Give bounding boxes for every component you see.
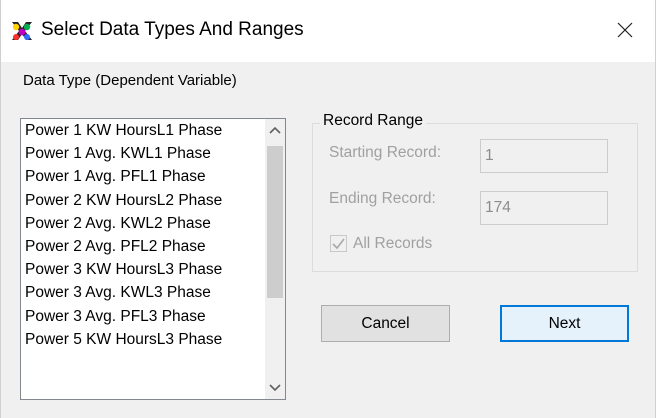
record-range-title: Record Range <box>320 112 426 130</box>
all-records-label[interactable]: All Records <box>353 235 432 253</box>
dialog-body: Data Type (Dependent Variable) Power 1 K… <box>1 62 655 418</box>
starting-record-label: Starting Record: <box>329 144 441 161</box>
scroll-down-button[interactable] <box>265 379 285 397</box>
chevron-down-icon <box>269 384 281 392</box>
list-item[interactable]: Power 2 KW HoursL2 Phase <box>21 189 265 212</box>
close-button[interactable] <box>609 14 641 46</box>
data-type-label: Data Type (Dependent Variable) <box>23 72 237 89</box>
window-title: Select Data Types And Ranges <box>41 19 304 40</box>
list-item[interactable]: Power 3 Avg. PFL3 Phase <box>21 305 265 328</box>
dialog-window: Select Data Types And Ranges Data Type (… <box>0 0 656 418</box>
all-records-checkbox[interactable] <box>330 235 347 252</box>
list-item[interactable]: Power 3 Avg. KWL3 Phase <box>21 281 265 304</box>
ending-record-label: Ending Record: <box>329 190 436 207</box>
list-item[interactable]: Power 2 Avg. KWL2 Phase <box>21 212 265 235</box>
starting-record-input[interactable] <box>480 139 608 173</box>
list-item[interactable]: Power 1 KW HoursL1 Phase <box>21 119 265 142</box>
list-item[interactable]: Power 2 Avg. PFL2 Phase <box>21 235 265 258</box>
close-icon <box>617 22 633 38</box>
scrollbar-thumb[interactable] <box>267 146 283 298</box>
ending-record-input[interactable] <box>480 191 608 225</box>
data-type-list: Power 1 KW HoursL1 Phase Power 1 Avg. KW… <box>21 119 265 399</box>
data-type-listbox[interactable]: Power 1 KW HoursL1 Phase Power 1 Avg. KW… <box>20 118 286 400</box>
list-item[interactable]: Power 1 Avg. KWL1 Phase <box>21 142 265 165</box>
list-item[interactable]: Power 3 KW HoursL3 Phase <box>21 258 265 281</box>
scroll-up-button[interactable] <box>265 121 285 139</box>
next-button[interactable]: Next <box>500 305 629 342</box>
app-icon <box>10 20 34 42</box>
checkmark-icon <box>332 238 345 250</box>
list-scrollbar[interactable] <box>265 119 285 399</box>
list-item[interactable]: Power 5 KW HoursL3 Phase <box>21 328 265 351</box>
chevron-up-icon <box>269 126 281 134</box>
cancel-button[interactable]: Cancel <box>321 305 450 342</box>
title-bar[interactable]: Select Data Types And Ranges <box>1 0 655 62</box>
list-item[interactable]: Power 1 Avg. PFL1 Phase <box>21 165 265 188</box>
